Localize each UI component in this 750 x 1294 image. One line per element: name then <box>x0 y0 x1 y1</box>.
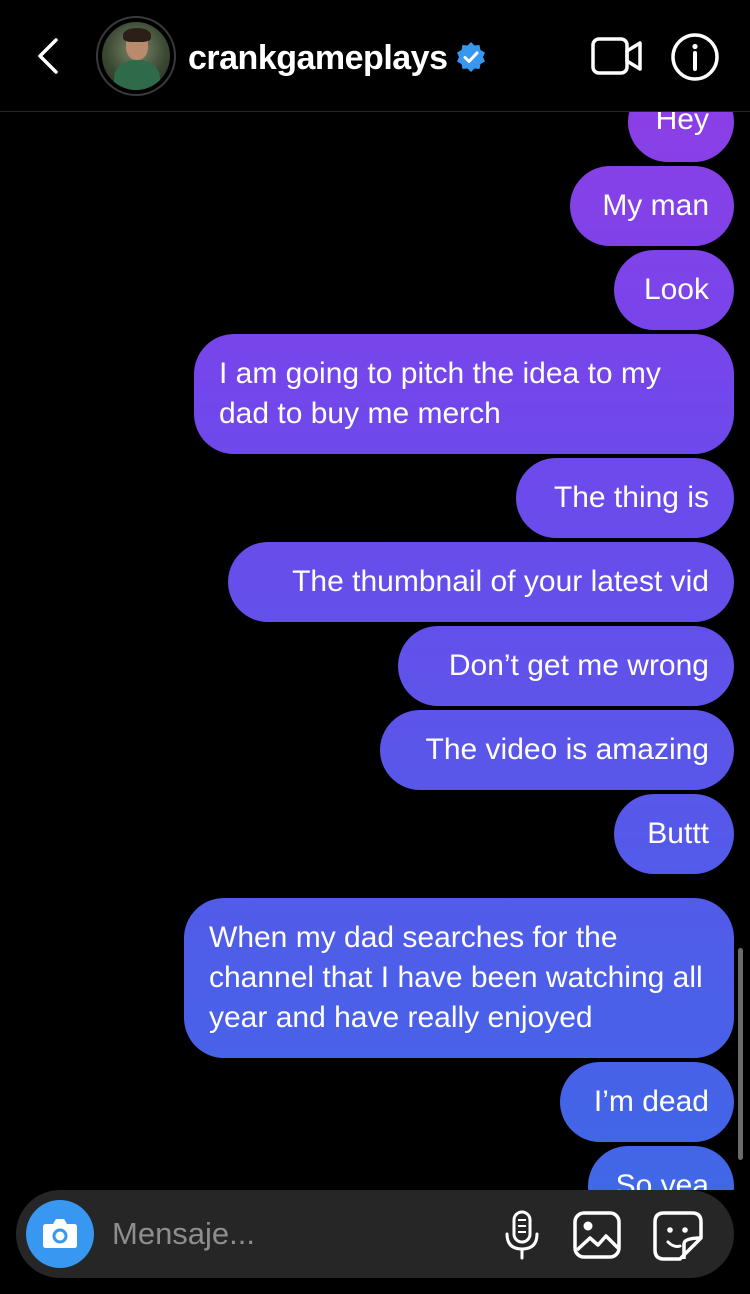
message-text: The video is amazing <box>425 733 709 766</box>
back-button[interactable] <box>30 32 70 80</box>
message-text: Don’t get me wrong <box>448 649 709 682</box>
message-text: The thumbnail of your latest vid <box>292 565 709 598</box>
message-input[interactable] <box>112 1210 492 1258</box>
chat-header: crankgameplays <box>0 0 750 112</box>
message-text: The thing is <box>553 481 709 514</box>
avatar-image <box>102 22 170 90</box>
chat-username[interactable]: crankgameplays <box>188 38 448 78</box>
info-button[interactable] <box>670 32 720 82</box>
message-thread: Hey My man Look I am going to pitch the … <box>0 112 750 1190</box>
video-call-button[interactable] <box>590 36 644 76</box>
sticker-icon <box>653 1211 703 1261</box>
message-composer <box>16 1190 734 1278</box>
camera-button[interactable] <box>26 1200 94 1268</box>
verified-badge-icon <box>457 42 485 72</box>
video-call-icon <box>591 37 642 75</box>
message-text: So yea <box>615 1169 709 1190</box>
message-text: When my dad searches for the channel tha… <box>209 921 703 1034</box>
message-text: My man <box>602 189 709 222</box>
gallery-icon <box>573 1211 621 1259</box>
message-text: Hey <box>655 112 709 136</box>
message-text: I’m dead <box>593 1085 709 1118</box>
sticker-button[interactable] <box>652 1210 704 1262</box>
message-text: Buttt <box>647 817 709 850</box>
gallery-button[interactable] <box>572 1210 622 1260</box>
camera-icon <box>43 1219 77 1248</box>
chevron-left-icon <box>38 38 58 74</box>
microphone-icon <box>505 1210 539 1260</box>
message-text: Look <box>643 273 709 306</box>
message-text: I am going to pitch the idea to my dad t… <box>219 357 661 430</box>
microphone-button[interactable] <box>502 1208 542 1262</box>
scroll-indicator[interactable] <box>738 948 743 1160</box>
info-icon <box>671 33 719 81</box>
profile-avatar[interactable] <box>96 16 176 96</box>
